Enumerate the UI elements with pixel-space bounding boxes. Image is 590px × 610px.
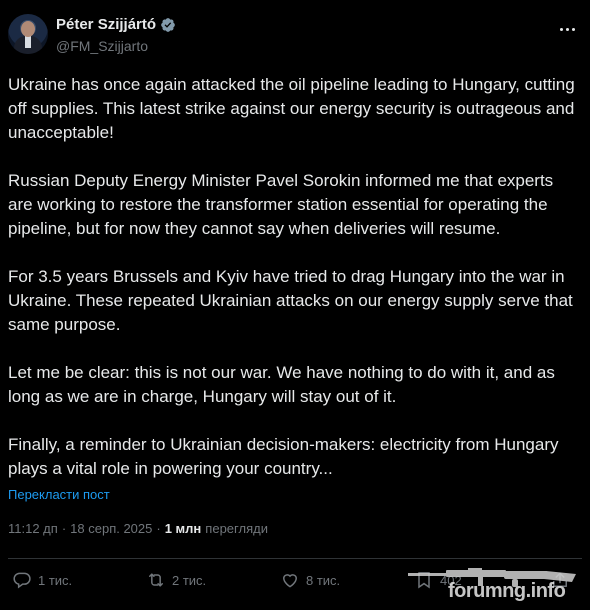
reply-button[interactable]: 1 тис. bbox=[12, 570, 72, 590]
post-paragraph: Russian Deputy Energy Minister Pavel Sor… bbox=[8, 171, 554, 238]
more-options-icon[interactable] bbox=[560, 18, 582, 34]
like-button[interactable]: 8 тис. bbox=[280, 570, 340, 590]
translate-post-link[interactable]: Перекласти пост bbox=[8, 487, 110, 502]
watermark-logo: forumng.info bbox=[408, 566, 576, 608]
separator-dot: · bbox=[61, 521, 67, 536]
reply-icon bbox=[13, 572, 31, 589]
author-name[interactable]: Péter Szijjártó bbox=[56, 16, 156, 33]
reply-count: 1 тис. bbox=[38, 572, 73, 588]
views-count: 1 млн bbox=[164, 521, 202, 536]
repost-count: 2 тис. bbox=[172, 572, 207, 588]
verified-badge-icon bbox=[160, 17, 176, 33]
post-paragraph: Finally, a reminder to Ukrainian decisio… bbox=[8, 435, 559, 478]
divider bbox=[8, 558, 582, 559]
post-paragraph: Ukraine has once again attacked the oil … bbox=[8, 75, 575, 142]
avatar[interactable] bbox=[8, 14, 48, 54]
post-date[interactable]: 18 серп. 2025 bbox=[70, 521, 152, 536]
repost-button[interactable]: 2 тис. bbox=[146, 570, 206, 590]
heart-icon bbox=[282, 574, 298, 588]
repost-icon bbox=[149, 573, 163, 587]
watermark-text: forumng.info bbox=[448, 580, 566, 602]
post-text: Ukraine has once again attacked the oil … bbox=[8, 73, 580, 481]
author-name-row[interactable]: Péter Szijjártó bbox=[56, 16, 176, 33]
like-count: 8 тис. bbox=[306, 572, 341, 588]
post-paragraph: Let me be clear: this is not our war. We… bbox=[8, 363, 555, 406]
post-time[interactable]: 11:12 дп bbox=[8, 521, 58, 536]
post-header: Péter Szijjártó @FM_Szijjarto bbox=[8, 14, 582, 60]
views-label: перегляди bbox=[205, 521, 268, 536]
separator-dot: · bbox=[156, 521, 161, 536]
post-meta: 11:12 дп · 18 серп. 2025 · 1 млн перегля… bbox=[8, 521, 268, 536]
author-handle[interactable]: @FM_Szijjarto bbox=[56, 38, 148, 54]
post-paragraph: For 3.5 years Brussels and Kyiv have tri… bbox=[8, 267, 573, 334]
